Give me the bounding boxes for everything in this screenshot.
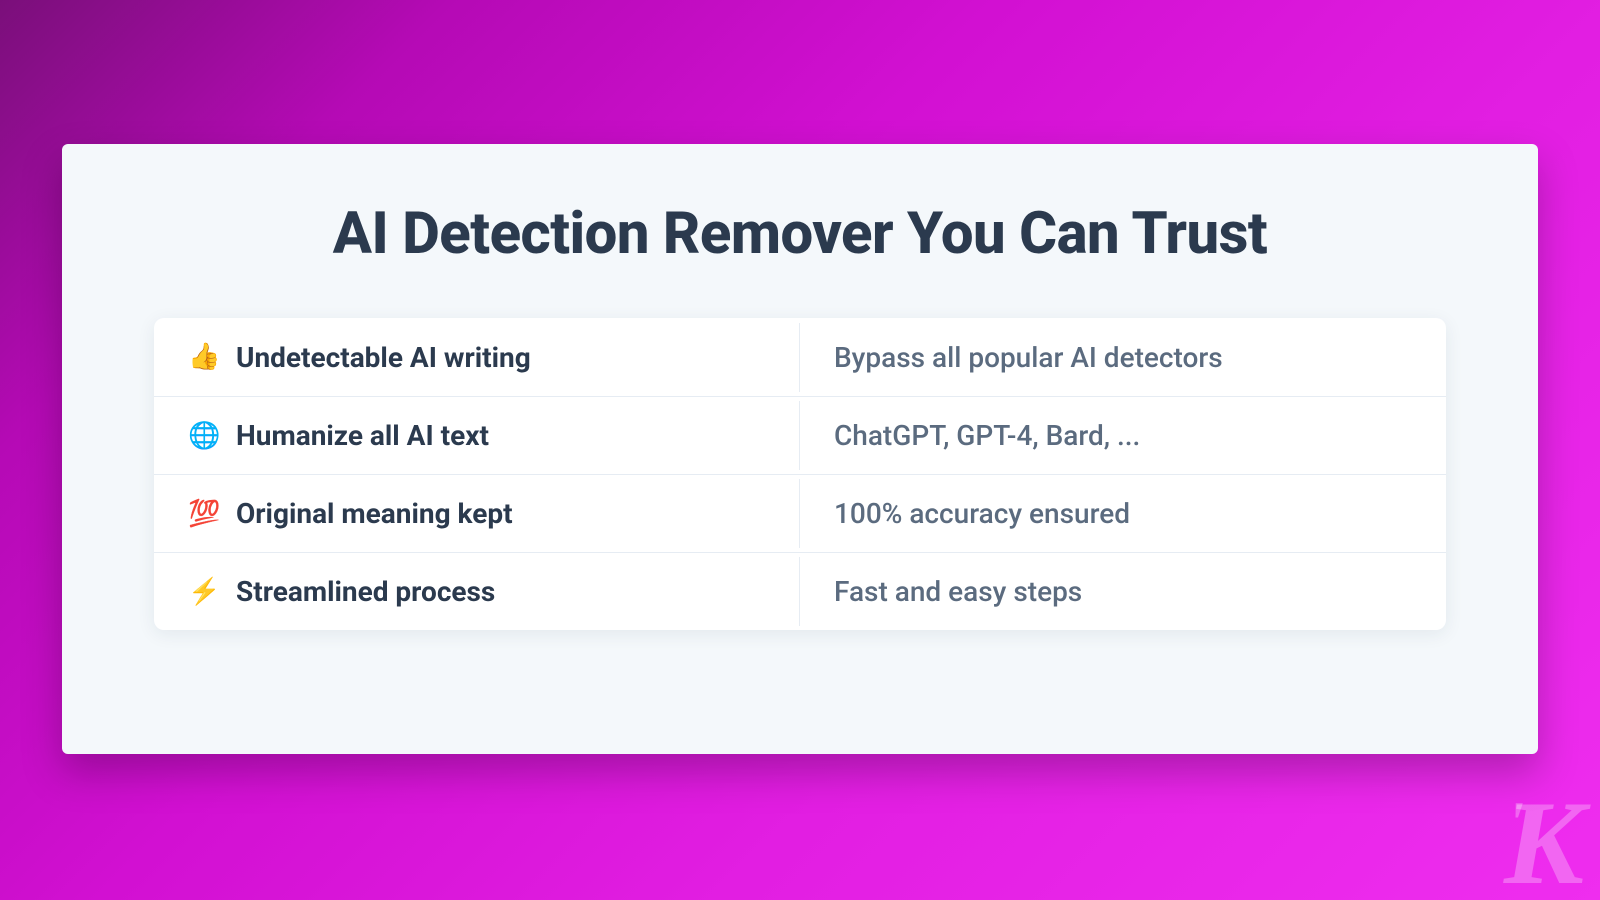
page-background: AI Detection Remover You Can Trust 👍 Und… [0, 0, 1600, 900]
thumbs-up-icon: 👍 [188, 341, 220, 373]
feature-table: 👍 Undetectable AI writing Bypass all pop… [154, 318, 1446, 630]
table-row: ⚡ Streamlined process Fast and easy step… [154, 552, 1446, 630]
feature-cell: 🌐 Humanize all AI text [154, 401, 800, 470]
table-row: 👍 Undetectable AI writing Bypass all pop… [154, 318, 1446, 396]
globe-icon: 🌐 [188, 420, 220, 452]
watermark-logo: 'K [1507, 774, 1578, 900]
feature-label: Humanize all AI text [236, 419, 489, 452]
feature-detail: Bypass all popular AI detectors [800, 323, 1446, 392]
page-title: AI Detection Remover You Can Trust [62, 200, 1538, 268]
feature-cell: 💯 Original meaning kept [154, 479, 800, 548]
hundred-icon: 💯 [188, 498, 220, 530]
feature-label: Undetectable AI writing [236, 341, 531, 374]
lightning-icon: ⚡ [188, 576, 220, 608]
feature-card: AI Detection Remover You Can Trust 👍 Und… [62, 144, 1538, 754]
table-row: 🌐 Humanize all AI text ChatGPT, GPT-4, B… [154, 396, 1446, 474]
feature-label: Streamlined process [236, 575, 495, 608]
feature-cell: 👍 Undetectable AI writing [154, 323, 800, 392]
feature-detail: 100% accuracy ensured [800, 479, 1446, 548]
feature-cell: ⚡ Streamlined process [154, 557, 800, 626]
table-row: 💯 Original meaning kept 100% accuracy en… [154, 474, 1446, 552]
feature-detail: ChatGPT, GPT-4, Bard, ... [800, 401, 1446, 470]
feature-label: Original meaning kept [236, 497, 513, 530]
feature-detail: Fast and easy steps [800, 557, 1446, 626]
